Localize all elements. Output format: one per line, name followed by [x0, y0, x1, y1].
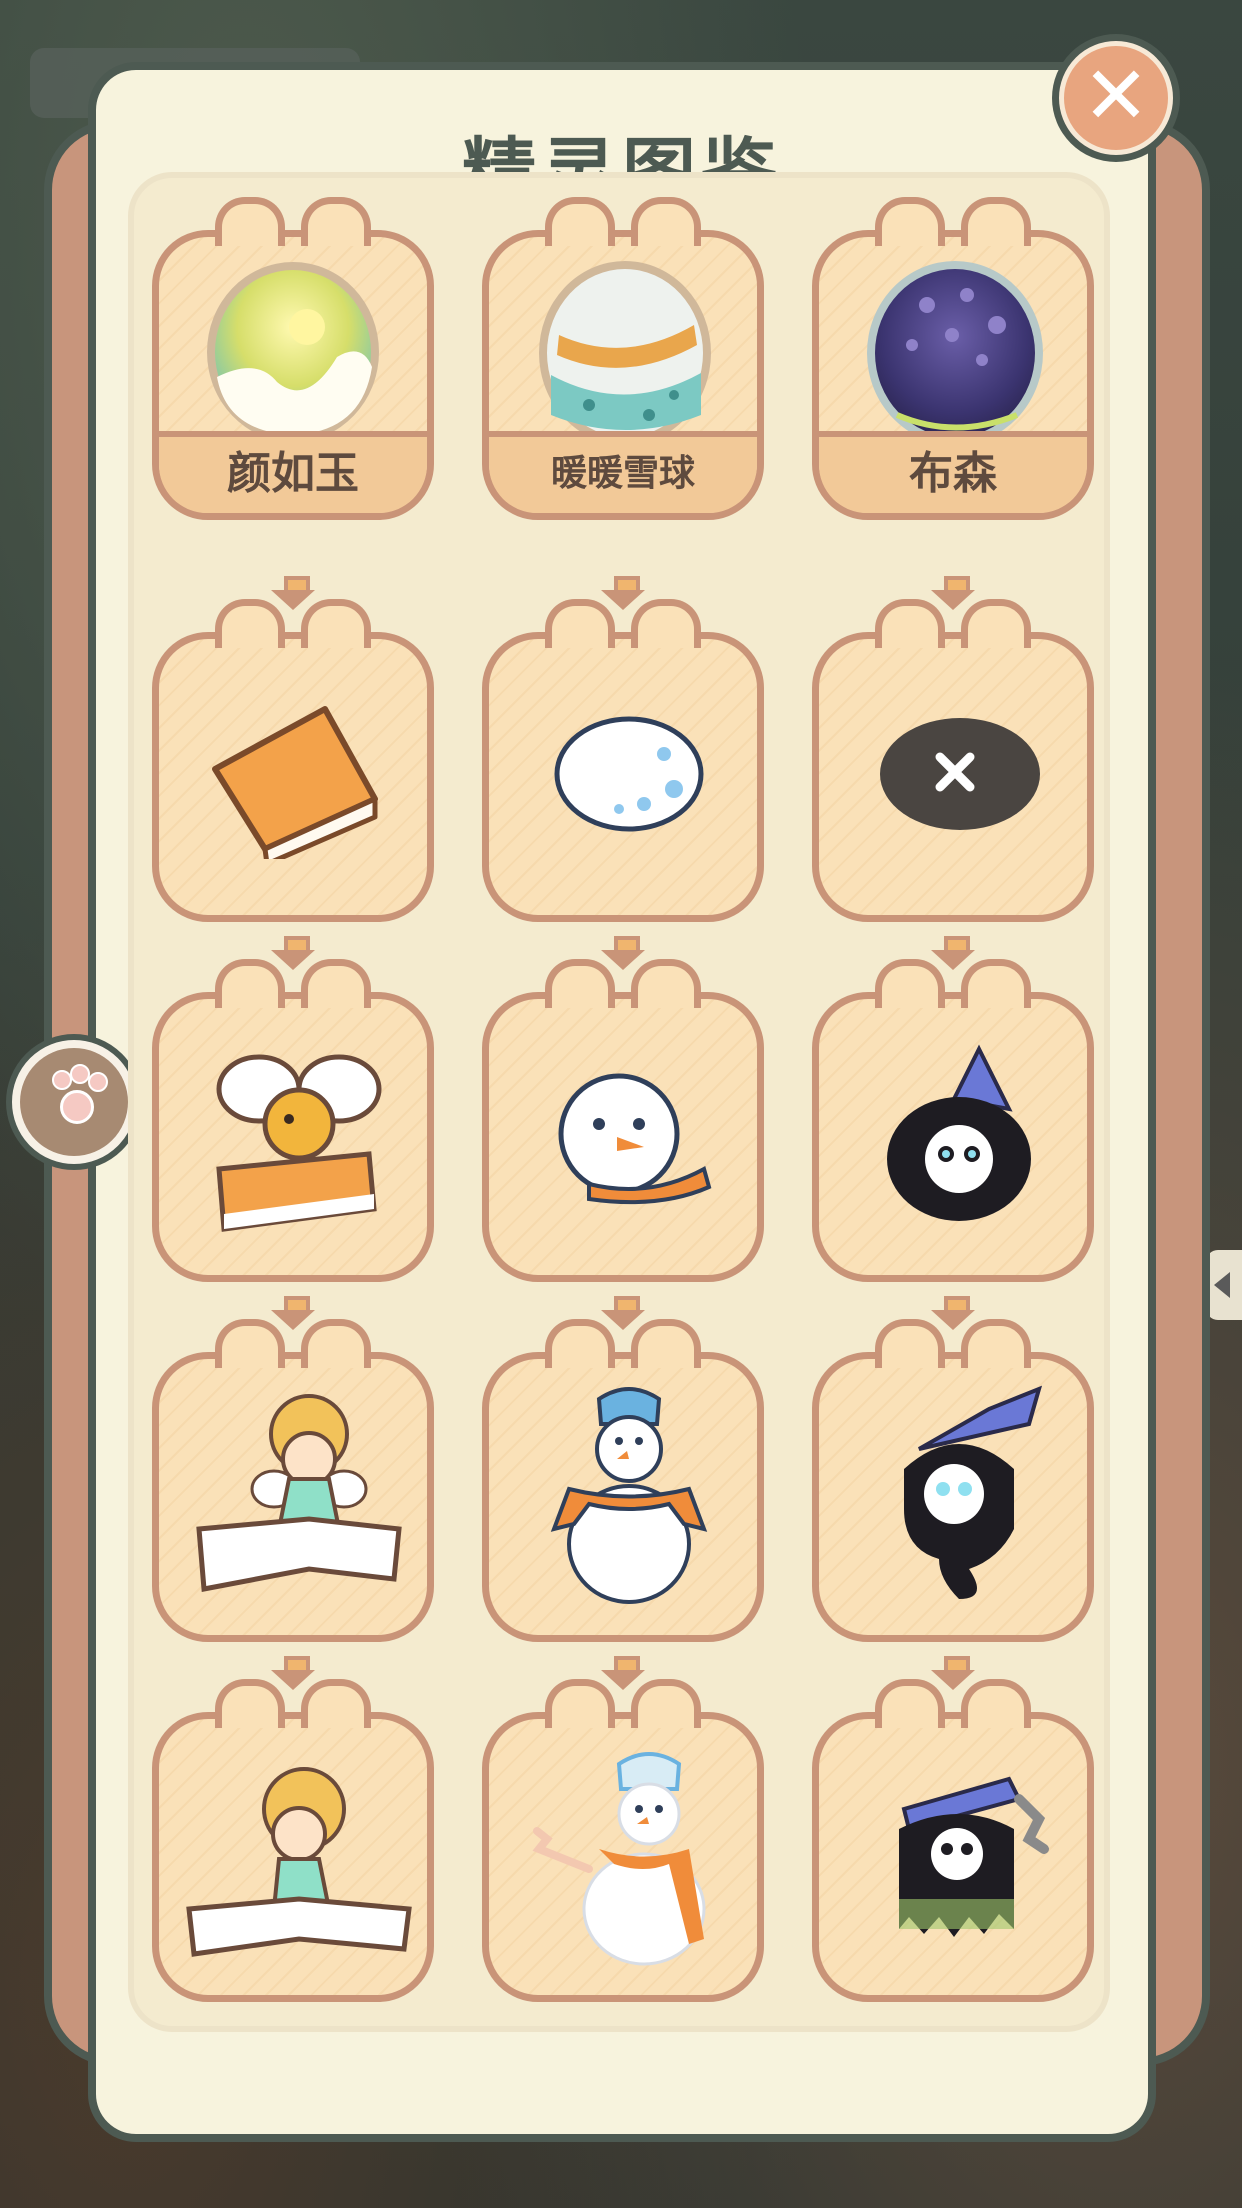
stage-card[interactable] — [482, 1319, 764, 1642]
arrow-down-icon — [931, 1656, 975, 1690]
paw-button[interactable] — [6, 1034, 142, 1170]
dex-grid: 颜如玉 暖暖雪球 布森 — [128, 172, 1110, 2032]
stage-card[interactable] — [152, 1679, 434, 2002]
stage-card[interactable] — [482, 959, 764, 1282]
arrow-down-icon — [931, 936, 975, 970]
arrow-down-icon — [601, 576, 645, 610]
egg-card-nuannuan-snowball[interactable]: 暖暖雪球 — [482, 197, 764, 520]
reading-elf-icon — [186, 1767, 412, 1957]
egg-card-yanruyu[interactable]: 颜如玉 — [152, 197, 434, 520]
paw-icon — [60, 1090, 94, 1124]
egg-name: 颜如玉 — [159, 431, 427, 513]
arrow-down-icon — [271, 576, 315, 610]
close-button[interactable]: ✕ — [1052, 34, 1180, 162]
waving-snowman-icon — [532, 1752, 706, 1966]
arrow-down-icon — [601, 936, 645, 970]
closed-book-icon — [212, 706, 378, 859]
stage-card[interactable] — [152, 599, 434, 922]
egg-name: 布森 — [819, 431, 1087, 513]
arrow-down-icon — [601, 1656, 645, 1690]
green-yellow-egg-icon — [207, 262, 379, 442]
book-fairy-icon — [196, 1394, 402, 1592]
snowman-with-hat-icon — [550, 1387, 708, 1604]
white-egg-icon — [554, 716, 704, 832]
tattered-reaper-icon — [899, 1776, 1049, 1937]
stage-card[interactable] — [812, 599, 1094, 922]
purple-galaxy-egg-icon — [867, 261, 1043, 445]
stage-card[interactable] — [482, 599, 764, 922]
arrow-down-icon — [271, 1296, 315, 1330]
egg-card-busen[interactable]: 布森 — [812, 197, 1094, 520]
winged-book-sprite-icon — [216, 1054, 382, 1232]
arrow-down-icon — [931, 576, 975, 610]
stage-card[interactable] — [812, 959, 1094, 1282]
close-icon: ✕ — [1059, 41, 1173, 155]
witch-hat-ghost-icon — [904, 1385, 1043, 1599]
arrow-down-icon — [271, 936, 315, 970]
snowman-head-icon — [558, 1073, 712, 1205]
stage-card[interactable] — [482, 1679, 764, 2002]
arrow-down-icon — [271, 1656, 315, 1690]
arrow-down-icon — [931, 1296, 975, 1330]
stage-card[interactable] — [812, 1319, 1094, 1642]
stage-card[interactable] — [812, 1679, 1094, 2002]
egg-name: 暖暖雪球 — [489, 431, 757, 513]
stage-card[interactable] — [152, 1319, 434, 1642]
stage-card[interactable] — [152, 959, 434, 1282]
hooded-skull-ghost-icon — [887, 1044, 1031, 1221]
snow-egg-with-scarf-icon — [539, 261, 711, 445]
dark-stone-icon — [880, 718, 1040, 830]
side-arrow-icon[interactable] — [1206, 1250, 1242, 1320]
arrow-down-icon — [601, 1296, 645, 1330]
